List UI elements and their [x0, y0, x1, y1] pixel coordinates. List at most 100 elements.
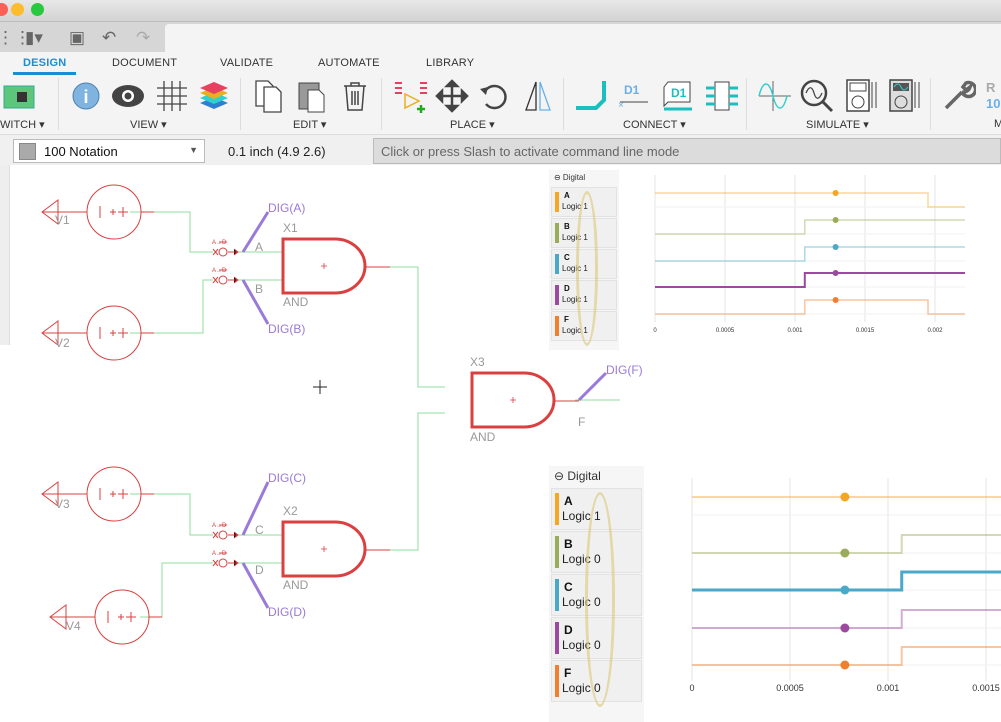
and-gate[interactable]	[281, 237, 390, 295]
group-view[interactable]: VIEW ▾	[130, 118, 167, 131]
series-color-swatch	[555, 579, 559, 611]
net-label-icon[interactable]: D1×	[616, 78, 652, 114]
x-tick-label: 0.0005	[776, 683, 804, 693]
x-tick-label: 0.0005	[716, 328, 735, 334]
info-icon[interactable]: i	[68, 78, 104, 114]
oscilloscope-icon[interactable]	[887, 78, 923, 114]
cursor-marker-B	[840, 548, 850, 558]
group-place[interactable]: PLACE ▾	[450, 118, 495, 131]
group-connect-label: CONNECT	[623, 119, 678, 131]
group-switch[interactable]: WITCH ▾	[0, 118, 45, 131]
source-label: V3	[55, 497, 70, 511]
svg-text:10: 10	[986, 96, 1000, 111]
cursor-marker-A	[840, 492, 850, 502]
gate-name: X2	[283, 504, 298, 518]
group-more[interactable]: M	[994, 118, 1001, 130]
name-label-icon[interactable]: D1	[660, 78, 696, 114]
adc-converter[interactable]: A→D	[212, 523, 239, 540]
sine-source-icon[interactable]	[757, 78, 793, 114]
multimeter-icon[interactable]	[844, 78, 880, 114]
title-bar	[0, 0, 1001, 22]
pin-label: A	[255, 240, 263, 254]
minimize-button[interactable]	[11, 3, 24, 16]
bus-icon[interactable]	[704, 78, 740, 114]
gate-name: X3	[470, 355, 485, 369]
group-connect[interactable]: CONNECT ▾	[623, 118, 686, 131]
gate-type: AND	[283, 295, 309, 309]
notation-value: 100 Notation	[44, 144, 118, 159]
tab-design[interactable]: DESIGN	[13, 57, 77, 75]
x-tick-label: 0.001	[877, 683, 900, 693]
adc-converter[interactable]: A→D	[212, 551, 239, 568]
analog-digital-converters: A→D A→D A→D A→D	[212, 240, 239, 568]
redo-icon[interactable]: ↷	[136, 28, 150, 48]
group-place-label: PLACE	[450, 119, 487, 131]
series-name: C	[564, 579, 573, 594]
series-name: B	[564, 222, 570, 232]
adc-converter[interactable]: A→D	[212, 268, 239, 285]
group-simulate[interactable]: SIMULATE ▾	[806, 118, 869, 131]
trace-B	[655, 219, 965, 235]
legend-title[interactable]: ⊖ Digital	[554, 173, 585, 182]
probe-search-icon[interactable]	[799, 78, 835, 114]
x-tick-label: 0.0015	[856, 328, 875, 334]
waveform-plot[interactable]: 0 0.0005 0.001 0.0015 0.002	[619, 170, 965, 350]
rotate-icon[interactable]	[476, 78, 512, 114]
series-name: A	[564, 493, 573, 508]
zoom-button[interactable]	[31, 3, 44, 16]
file-icon[interactable]: ▮▾	[25, 28, 43, 48]
probe-label[interactable]: DIG(B)	[268, 322, 305, 336]
probe-label[interactable]: DIG(C)	[268, 471, 306, 485]
copy-icon[interactable]	[252, 78, 288, 114]
converter-label: A→D	[212, 523, 227, 529]
adc-converter[interactable]: A→D	[212, 240, 239, 257]
move-icon[interactable]	[434, 78, 470, 114]
grid-icon[interactable]	[154, 78, 190, 114]
cursor-marker-D	[840, 623, 850, 633]
quick-access-bar: ⋮⋮ ▮▾ ▣ ↶ ↷	[0, 22, 1001, 52]
probe-label[interactable]: DIG(D)	[268, 605, 306, 619]
svg-text:D1: D1	[671, 86, 687, 100]
eye-icon[interactable]	[110, 78, 146, 114]
x-tick-label: 0.002	[927, 328, 943, 334]
wires	[130, 211, 620, 618]
save-icon[interactable]: ▣	[69, 28, 85, 48]
series-name: F	[564, 315, 569, 325]
and-gate[interactable]	[281, 520, 390, 578]
and-gate[interactable]	[470, 371, 579, 429]
wire-icon[interactable]	[574, 78, 610, 114]
probe-label[interactable]: DIG(A)	[268, 201, 305, 215]
switch-board-icon[interactable]	[1, 78, 37, 114]
series-color-swatch	[555, 493, 559, 525]
close-button[interactable]	[0, 3, 8, 16]
series-name: D	[564, 284, 570, 294]
svg-text:R: R	[986, 80, 996, 95]
wrench-icon[interactable]	[940, 78, 976, 114]
value-icon[interactable]: R10	[984, 78, 1001, 114]
place-component-icon[interactable]	[393, 78, 429, 114]
tab-document[interactable]: DOCUMENT	[112, 57, 177, 69]
delete-icon[interactable]	[337, 78, 373, 114]
tab-automate[interactable]: AUTOMATE	[318, 57, 380, 69]
paste-icon[interactable]	[295, 78, 331, 114]
pin-label: F	[578, 415, 585, 429]
series-name: D	[564, 622, 573, 637]
tab-library[interactable]: LIBRARY	[426, 57, 474, 69]
layers-icon[interactable]	[196, 78, 232, 114]
group-switch-label: WITCH	[0, 119, 37, 131]
group-edit[interactable]: EDIT ▾	[293, 118, 326, 131]
source-label: V2	[55, 336, 70, 350]
waveform-plot[interactable]: 0 0.0005 0.001 0.0015	[644, 466, 1001, 722]
legend-title[interactable]: ⊖ Digital	[554, 469, 601, 483]
undo-icon[interactable]: ↶	[102, 28, 116, 48]
tab-validate[interactable]: VALIDATE	[220, 57, 273, 69]
series-color-swatch	[555, 536, 559, 568]
series-color-swatch	[555, 665, 559, 697]
notation-dropdown[interactable]: 100 Notation ▼	[13, 139, 205, 163]
probe-label[interactable]: DIG(F)	[606, 363, 643, 377]
converter-label: A→D	[212, 240, 227, 246]
mirror-icon[interactable]	[520, 78, 556, 114]
group-edit-label: EDIT	[293, 119, 318, 131]
x-tick-label: 0.001	[787, 328, 803, 334]
command-line-input[interactable]: Click or press Slash to activate command…	[373, 138, 1001, 164]
